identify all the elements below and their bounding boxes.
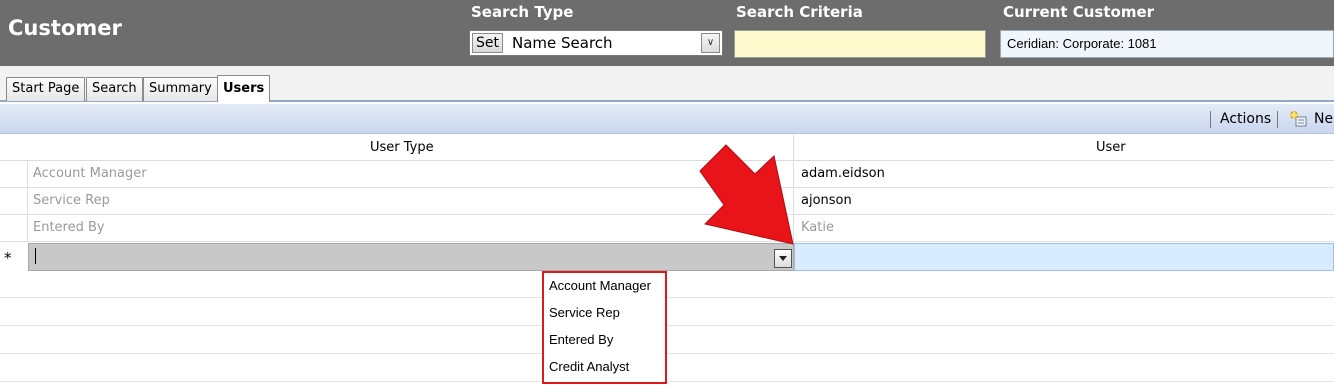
cell-user-type: Service Rep (33, 193, 110, 208)
chevron-down-icon[interactable]: ∨ (701, 33, 720, 53)
user-input[interactable] (794, 243, 1334, 271)
empty-row (0, 299, 1334, 326)
tab-search[interactable]: Search (86, 77, 143, 101)
new-record-icon[interactable] (1288, 110, 1308, 128)
column-header-user[interactable]: User (1096, 140, 1126, 155)
dropdown-option-entered-by[interactable]: Entered By (549, 332, 613, 347)
search-type-label: Search Type (471, 3, 574, 21)
column-header-user-type[interactable]: User Type (370, 140, 434, 155)
annotation-arrow-icon (699, 144, 794, 245)
app-header: Customer Search Type Search Criteria Cur… (0, 0, 1334, 66)
row-selector[interactable] (0, 188, 28, 215)
current-customer-field[interactable]: Ceridian: Corporate: 1081 (1000, 30, 1334, 58)
new-button-label[interactable]: Ne (1314, 111, 1333, 127)
tab-summary[interactable]: Summary (143, 77, 218, 101)
search-criteria-input[interactable] (734, 30, 986, 58)
search-criteria-label: Search Criteria (736, 3, 863, 21)
cell-user: adam.eidson (801, 166, 885, 181)
table-row[interactable]: Entered By Katie (0, 215, 1334, 242)
cell-user: Katie (801, 220, 834, 235)
chevron-down-icon (779, 256, 787, 261)
cell-user: ajonson (801, 193, 852, 208)
empty-row (0, 327, 1334, 354)
toolbar-divider (1277, 111, 1278, 128)
new-row[interactable]: * (0, 243, 1334, 271)
grid-header: User Type User (0, 135, 1334, 161)
text-caret (35, 248, 36, 264)
user-type-dropdown-list: Account Manager Service Rep Entered By C… (542, 271, 667, 384)
new-row-marker: * (4, 249, 12, 267)
table-row[interactable]: Service Rep ajonson (0, 188, 1334, 215)
tab-bar: Start Page Search Summary Users (0, 66, 1334, 102)
tab-start-page[interactable]: Start Page (6, 77, 86, 101)
current-customer-label: Current Customer (1003, 3, 1155, 21)
search-type-select[interactable]: Set Name Search ∨ (469, 30, 723, 56)
grid-toolbar: Actions Ne (0, 104, 1334, 134)
row-selector[interactable] (0, 161, 28, 188)
dropdown-option-credit-analyst[interactable]: Credit Analyst (549, 359, 629, 374)
search-type-value: Name Search (512, 34, 613, 52)
actions-button[interactable]: Actions (1220, 111, 1271, 127)
set-button[interactable]: Set (472, 33, 503, 53)
dropdown-option-service-rep[interactable]: Service Rep (549, 305, 620, 320)
empty-row (0, 355, 1334, 382)
empty-row (0, 271, 1334, 298)
table-row[interactable]: Account Manager adam.eidson (0, 161, 1334, 188)
row-selector[interactable] (0, 215, 28, 242)
cell-user-type: Account Manager (33, 166, 147, 181)
user-type-combo-input[interactable] (28, 243, 794, 271)
toolbar-divider (1210, 111, 1211, 128)
cell-user-type: Entered By (33, 220, 105, 235)
tab-users[interactable]: Users (217, 75, 271, 102)
page-title: Customer (8, 16, 122, 40)
dropdown-option-account-manager[interactable]: Account Manager (549, 278, 651, 293)
